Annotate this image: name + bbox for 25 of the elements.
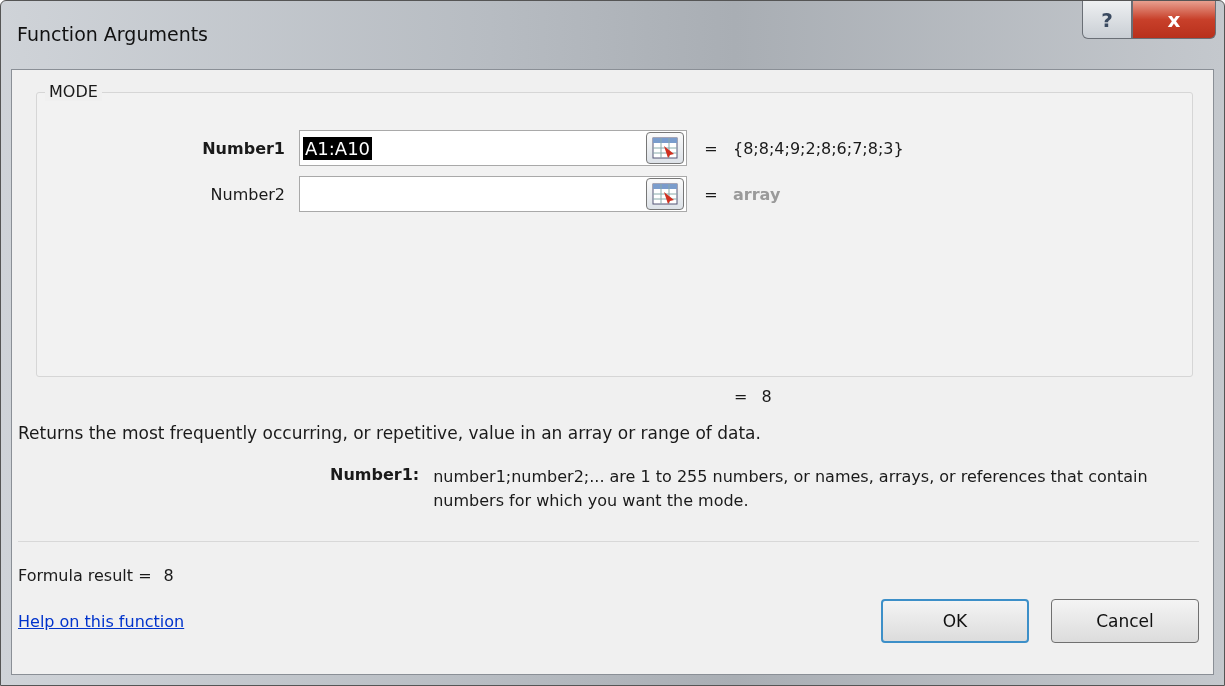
help-button[interactable]: ? xyxy=(1082,1,1132,39)
window-title: Function Arguments xyxy=(17,23,209,45)
argument-result: {8;8;4;9;2;8;6;7;8;3} xyxy=(733,138,905,158)
function-result: 8 xyxy=(761,387,772,408)
formula-result-label: Formula result = xyxy=(18,566,152,585)
argument-field[interactable] xyxy=(299,176,687,212)
dialog-button[interactable]: OK xyxy=(881,599,1029,643)
argument-label: Number2 xyxy=(210,184,285,204)
argument-help-text: number1;number2;... are 1 to 255 numbers, or names, arrays, or references that contain numbers for which you want the mode. xyxy=(433,466,1149,512)
function-description: Returns the most frequently occurring, or repetitive, value in an array or range of data. xyxy=(18,423,762,443)
range-button[interactable] xyxy=(646,178,684,210)
equals-sign: = xyxy=(734,387,748,408)
range-picker-icon xyxy=(652,137,678,159)
close-button[interactable]: x xyxy=(1132,1,1216,39)
range-button[interactable] xyxy=(646,132,684,164)
argument-result: array xyxy=(733,184,782,204)
dialog-button[interactable]: Cancel xyxy=(1051,599,1199,643)
argument-help-label: Number1: xyxy=(330,465,420,486)
equals-sign: = xyxy=(704,184,718,204)
range-picker-icon xyxy=(652,183,678,205)
formula-result-value: 8 xyxy=(163,566,174,585)
help-link[interactable]: Help on this function xyxy=(18,611,185,631)
argument-label: Number1 xyxy=(202,138,285,158)
equals-sign: = xyxy=(704,138,718,158)
argument-field[interactable]: A1:A10 xyxy=(299,130,687,166)
